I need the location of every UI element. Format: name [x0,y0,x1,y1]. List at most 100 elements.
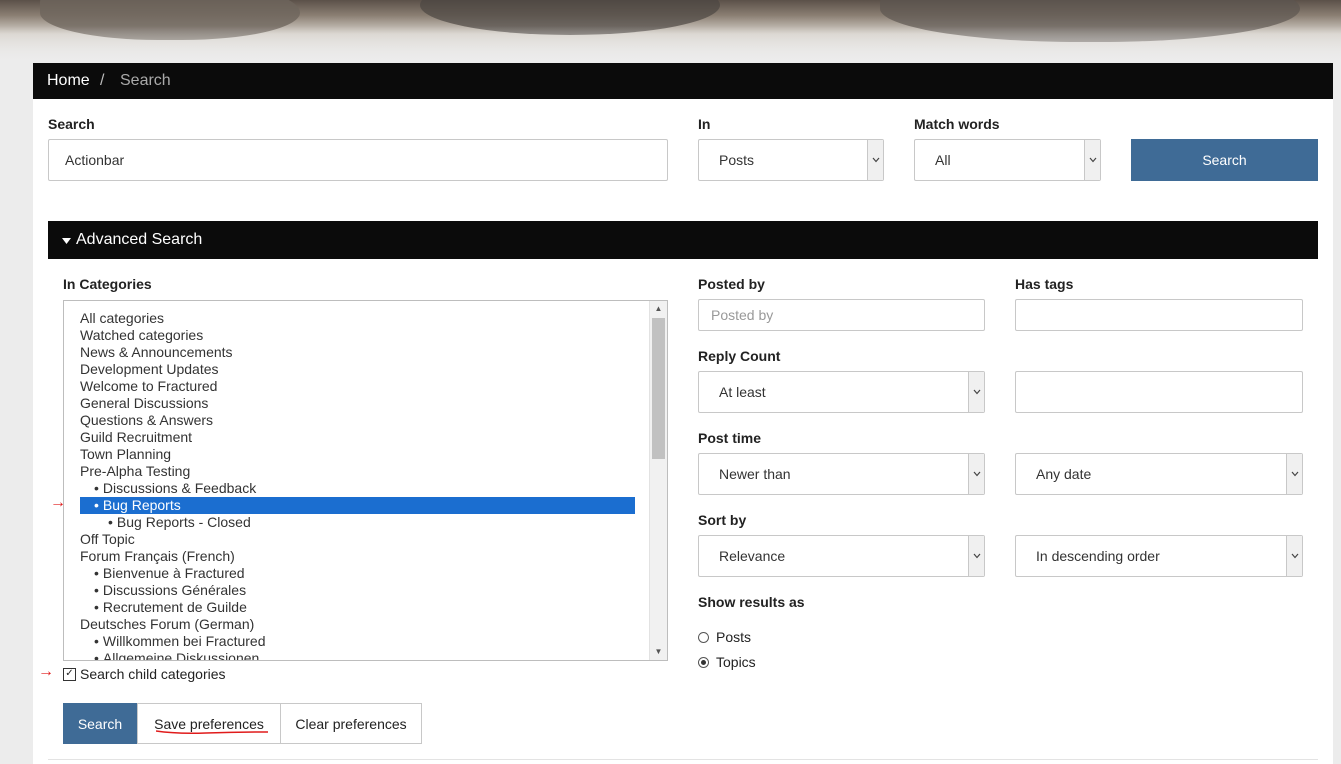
post-time-value: Any date [1036,466,1092,482]
has-tags-input[interactable] [1015,299,1303,331]
chevron-down-icon [1084,140,1100,180]
action-button-group: Search Save preferences Clear preference… [63,703,422,744]
search-input[interactable] [48,139,668,181]
categories-scrollbar[interactable]: ▲ ▼ [649,301,667,660]
reply-count-mode-value: At least [719,384,766,400]
category-option[interactable]: General Discussions [80,395,635,412]
category-option[interactable]: Development Updates [80,361,635,378]
category-option[interactable]: Off Topic [80,531,635,548]
category-option[interactable]: Welcome to Fractured [80,378,635,395]
radio-on-icon [698,656,709,668]
bullet-icon: • [94,633,99,649]
category-option[interactable]: Pre-Alpha Testing [80,463,635,480]
chevron-down-icon [867,140,883,180]
category-option-label: Welcome to Fractured [80,378,218,394]
posted-by-label: Posted by [698,276,765,292]
posted-by-input[interactable] [698,299,985,331]
search-button[interactable]: Search [1131,139,1318,181]
has-tags-label: Has tags [1015,276,1074,292]
categories-list: All categories Watched categories News & A… [80,310,635,661]
category-option[interactable]: Deutsches Forum (German) [80,616,635,633]
scroll-up-icon[interactable]: ▲ [650,301,667,317]
breadcrumb: Home / Search [33,63,1333,99]
bullet-icon: • [94,497,99,513]
show-results-label: Show results as [698,594,805,610]
category-option-label: Watched categories [80,327,204,343]
scroll-down-icon[interactable]: ▼ [650,644,667,660]
advanced-search-button[interactable]: Search [63,703,137,744]
reply-count-input[interactable] [1015,371,1303,413]
post-time-label: Post time [698,430,762,446]
category-option[interactable]: • Bienvenue à Fractured [80,565,635,582]
sort-by-select[interactable]: Relevance [698,535,985,577]
category-option-label: Off Topic [80,531,135,547]
category-option-label: All categories [80,310,165,326]
category-option-label: Recrutement de Guilde [102,599,247,615]
bullet-icon: • [94,582,99,598]
category-option[interactable]: News & Announcements [80,344,635,361]
category-option-label: News & Announcements [80,344,233,360]
categories-listbox[interactable]: All categories Watched categories News & A… [63,300,668,661]
category-option-label: General Discussions [80,395,209,411]
results-topics-radio[interactable]: Topics [698,654,756,670]
reply-count-label: Reply Count [698,348,781,364]
radio-off-icon [698,631,709,643]
save-preferences-button[interactable]: Save preferences [137,703,281,744]
results-posts-radio[interactable]: Posts [698,629,751,645]
breadcrumb-home-link[interactable]: Home [47,63,90,99]
search-child-categories-checkbox[interactable]: ✓ Search child categories [63,666,226,682]
category-option[interactable]: • Discussions & Feedback [80,480,635,497]
category-option[interactable]: Questions & Answers [80,412,635,429]
reply-count-mode-select[interactable]: At least [698,371,985,413]
search-label: Search [48,116,95,132]
sort-order-select[interactable]: In descending order [1015,535,1303,577]
advanced-search-label: Advanced Search [76,231,203,248]
category-option[interactable]: All categories [80,310,635,327]
category-option[interactable]: • Bug Reports [80,497,635,514]
results-topics-label: Topics [716,654,756,670]
divider [48,759,1318,760]
post-time-mode-value: Newer than [719,466,791,482]
category-option[interactable]: Guild Recruitment [80,429,635,446]
category-option-label: Forum Français (French) [80,548,235,564]
bullet-icon: • [108,514,113,530]
match-words-select[interactable]: All [914,139,1101,181]
category-option[interactable]: Town Planning [80,446,635,463]
scrollbar-thumb[interactable] [652,318,665,459]
category-option[interactable]: • Recrutement de Guilde [80,599,635,616]
bullet-icon: • [94,565,99,581]
bullet-icon: • [94,599,99,615]
match-words-value: All [935,152,951,168]
match-words-label: Match words [914,116,1000,132]
category-option-label: Pre-Alpha Testing [80,463,191,479]
category-option[interactable]: Watched categories [80,327,635,344]
category-option-label: Willkommen bei Fractured [102,633,266,649]
in-select[interactable]: Posts [698,139,884,181]
chevron-down-icon [968,536,984,576]
post-time-mode-select[interactable]: Newer than [698,453,985,495]
category-option-label: Discussions & Feedback [102,480,257,496]
category-option[interactable]: • Discussions Générales [80,582,635,599]
header-banner-image [0,0,1341,62]
category-option-label: Town Planning [80,446,172,462]
advanced-search-toggle[interactable]: Advanced Search [48,221,1318,259]
sort-by-value: Relevance [719,548,786,564]
chevron-down-icon [1286,454,1302,494]
category-option-label: Discussions Générales [102,582,247,598]
category-option[interactable]: • Willkommen bei Fractured [80,633,635,650]
in-categories-label: In Categories [63,276,152,292]
bullet-icon: • [94,650,99,661]
category-option-label: Bienvenue à Fractured [102,565,245,581]
post-time-value-select[interactable]: Any date [1015,453,1303,495]
breadcrumb-current: Search [120,72,171,89]
chevron-down-icon [968,454,984,494]
category-option[interactable]: • Bug Reports - Closed [80,514,635,531]
category-option[interactable]: Forum Français (French) [80,548,635,565]
annotation-underline [156,730,268,734]
category-option-label: Allgemeine Diskussionen [102,650,260,661]
category-option-label: Development Updates [80,361,219,377]
clear-preferences-button[interactable]: Clear preferences [281,703,422,744]
category-option[interactable]: • Allgemeine Diskussionen [80,650,635,661]
checkmark-icon: ✓ [63,667,76,681]
in-select-value: Posts [719,152,755,168]
